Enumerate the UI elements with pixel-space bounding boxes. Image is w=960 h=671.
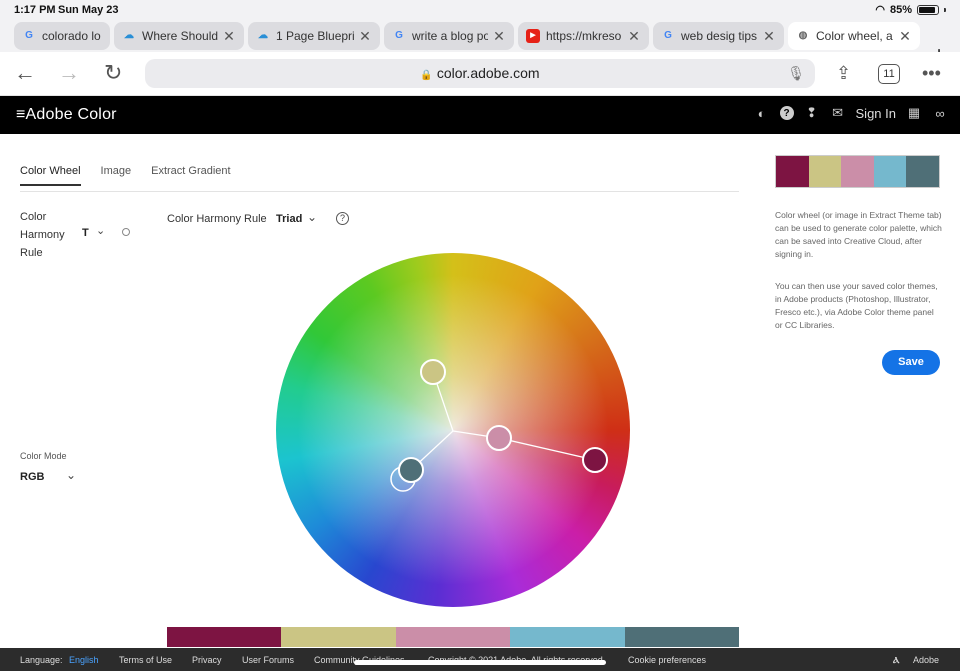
globe-icon: ◍ [798, 30, 808, 41]
swatch[interactable] [167, 627, 282, 647]
chevron-down-icon[interactable]: ⌄ [96, 224, 105, 237]
info-text-2: You can then use your saved color themes… [775, 281, 938, 330]
mic-icon[interactable]: 🎙 [787, 59, 805, 88]
adobe-wordmark: Adobe [913, 655, 940, 665]
color-wheel[interactable] [276, 253, 630, 607]
status-date: Sun May 23 [58, 4, 119, 16]
status-right: ◠ 85% [875, 3, 946, 16]
lock-icon: 🔒 [420, 70, 433, 81]
tab-title: Where Should [142, 29, 218, 43]
theme-preview [775, 155, 940, 188]
mode-tabs: Color Wheel Image Extract Gradient [20, 165, 231, 186]
footer-link[interactable]: Terms of Use [119, 655, 172, 665]
tab-6-active[interactable]: ◍ Color wheel, a ✕ [788, 22, 920, 50]
tab-0[interactable]: G colorado lo [14, 22, 110, 50]
sign-in-link[interactable]: Sign In [856, 106, 896, 121]
contrast-icon[interactable]: ◐ [754, 105, 770, 121]
share-icon[interactable]: ⇪ [836, 60, 851, 86]
tab-title: colorado lo [42, 29, 101, 43]
cloud-icon: ☁ [258, 30, 268, 41]
palette-swatches [167, 627, 740, 647]
wifi-icon: ◠ [875, 4, 885, 16]
chat-icon[interactable]: ✉ [830, 105, 846, 121]
language-select[interactable]: English [69, 655, 99, 665]
footer-link[interactable]: User Forums [242, 655, 294, 665]
theme-preview-swatch [906, 156, 939, 187]
theme-preview-swatch [873, 156, 907, 187]
tab-title: https://mkreso [546, 29, 622, 43]
left-harmony-label: Color Harmony Rule [20, 211, 65, 259]
left-harmony-value[interactable]: T [82, 227, 89, 239]
url-text: color.adobe.com [436, 65, 540, 81]
close-icon[interactable]: ✕ [627, 28, 641, 45]
footer-link[interactable]: Cookie preferences [628, 655, 706, 665]
theme-preview-swatch [841, 156, 874, 187]
theme-preview-swatch [776, 156, 809, 187]
tab-image[interactable]: Image [101, 165, 132, 186]
tab-1[interactable]: ☁ Where Should ✕ [114, 22, 244, 50]
tab-title: web desig tips [681, 29, 758, 43]
tab-strip: G colorado lo ☁ Where Should ✕ ☁ 1 Page … [0, 20, 960, 67]
tab-color-wheel[interactable]: Color Wheel [20, 165, 81, 186]
google-icon: G [395, 30, 403, 41]
home-indicator [354, 660, 606, 665]
info-icon[interactable]: ? [336, 212, 349, 225]
tab-count-button[interactable]: 11 [878, 64, 900, 84]
apps-grid-icon[interactable]: ▦ [906, 105, 922, 121]
color-mode-value[interactable]: RGB [20, 471, 44, 483]
theme-preview-swatch [808, 156, 842, 187]
status-time: 1:17 PM [14, 4, 56, 16]
adobe-color-logo[interactable]: ≡Adobe Color [16, 106, 117, 124]
color-mode-label: Color Mode [20, 451, 67, 461]
close-icon[interactable]: ✕ [492, 28, 506, 45]
google-icon: G [664, 30, 672, 41]
address-bar[interactable]: 🔒 color.adobe.com 🎙 [145, 59, 815, 88]
tab-title: 1 Page Blueprin [276, 29, 354, 43]
tab-3[interactable]: G write a blog po ✕ [384, 22, 514, 50]
youtube-icon: ▶ [526, 29, 540, 43]
tab-title: write a blog po [412, 29, 488, 43]
tab-5[interactable]: G web desig tips ✕ [653, 22, 784, 50]
close-icon[interactable]: ✕ [222, 28, 236, 45]
google-icon: G [25, 30, 33, 41]
info-text-1: Color wheel (or image in Extract Theme t… [775, 210, 942, 259]
chevron-down-icon[interactable]: ⌄ [307, 210, 317, 224]
swatch[interactable] [281, 627, 396, 647]
close-icon[interactable]: ✕ [762, 28, 776, 45]
chevron-down-icon[interactable]: ⌄ [66, 468, 76, 482]
more-icon[interactable]: ••• [922, 60, 941, 86]
forward-icon[interactable]: → [58, 60, 80, 86]
tab-2[interactable]: ☁ 1 Page Blueprin ✕ [248, 22, 380, 50]
info-icon[interactable] [122, 228, 130, 236]
swatch[interactable] [510, 627, 625, 647]
battery-percent: 85% [889, 3, 912, 16]
cloud-icon: ☁ [124, 30, 134, 41]
reload-icon[interactable]: ↻ [104, 60, 122, 86]
harmony-rule-label: Color Harmony Rule [167, 213, 267, 225]
harmony-rule-select[interactable]: Triad [276, 213, 302, 225]
divider [20, 191, 739, 192]
header-actions: ◐ ? ❢ ✉ Sign In ▦ ∞ [754, 105, 948, 121]
browser-toolbar: ← → ↻ 🔒 color.adobe.com 🎙 ⇪ 11 ••• [0, 52, 960, 96]
adobe-header: ≡Adobe Color ◐ ? ❢ ✉ Sign In ▦ ∞ [0, 96, 960, 134]
battery-icon [917, 4, 939, 15]
menu-icon[interactable]: ≡ [16, 106, 26, 123]
swatch[interactable] [624, 627, 740, 647]
tab-4[interactable]: ▶ https://mkreso ✕ [518, 22, 649, 50]
back-icon[interactable]: ← [14, 60, 36, 86]
feedback-icon[interactable]: ❢ [804, 105, 820, 121]
creative-cloud-icon[interactable]: ∞ [932, 105, 948, 121]
adobe-logo-icon: Ⲁ [893, 655, 900, 665]
tab-extract-gradient[interactable]: Extract Gradient [151, 165, 230, 186]
tab-title: Color wheel, a [816, 29, 893, 43]
help-icon[interactable]: ? [779, 106, 794, 120]
close-icon[interactable]: ✕ [358, 28, 372, 45]
close-icon[interactable]: ✕ [898, 28, 912, 45]
language-label: Language: [20, 655, 63, 665]
status-bar: 1:17 PM Sun May 23 ◠ 85% [0, 0, 960, 20]
swatch[interactable] [395, 627, 511, 647]
save-button[interactable]: Save [882, 350, 940, 375]
footer-link[interactable]: Privacy [192, 655, 222, 665]
